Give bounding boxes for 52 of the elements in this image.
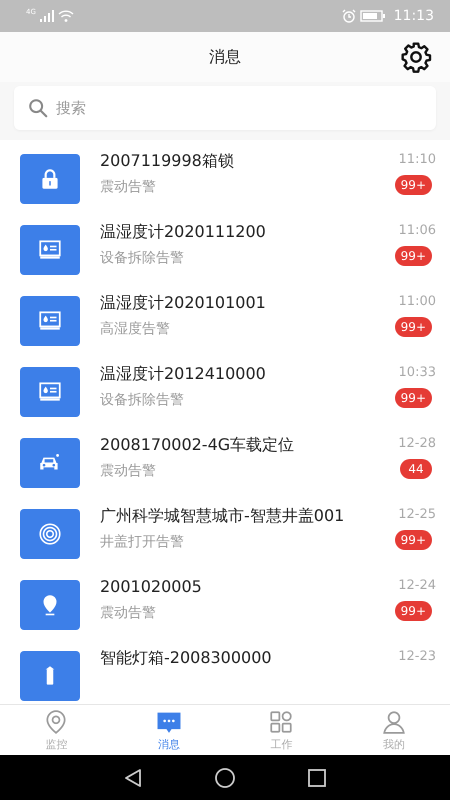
alarm-type: 震动告警 [100,178,157,196]
message-item[interactable]: 广州科学城智慧城市-智慧井盖001 井盖打开告警 12-25 99+ [0,499,450,570]
alarm-type: 高湿度告警 [100,320,171,338]
recents-icon[interactable] [306,766,328,788]
message-time: 11:06 [398,223,436,238]
unread-count: 44 [400,459,432,479]
message-time: 12-24 [398,578,436,593]
message-item[interactable]: 温湿度计2020111200 设备拆除告警 11:06 99+ [0,215,450,286]
settings-icon[interactable] [400,41,432,73]
alarm-icon [342,9,356,23]
message-item[interactable]: 温湿度计2020101001 高湿度告警 11:00 99+ [0,286,450,357]
device-name: 智能灯箱-2008300000 [100,647,273,669]
alarm-type: 井盖打开告警 [100,533,185,551]
status-time: 11:13 [394,8,434,24]
unread-count: 99+ [394,388,432,408]
message-time: 10:33 [398,365,436,380]
unread-count: 99+ [394,530,432,550]
device-name: 温湿度计2012410000 [100,363,267,385]
battery-icon [360,9,386,23]
message-item[interactable]: 2007119998箱锁 震动告警 11:10 99+ [0,144,450,215]
message-time: 12-25 [398,507,436,522]
device-name: 2008170002-4G车载定位 [100,434,296,456]
message-time: 12-28 [398,436,436,451]
message-time: 11:10 [398,152,436,167]
message-item[interactable]: 温湿度计2012410000 设备拆除告警 10:33 99+ [0,357,450,428]
page-title: 消息 [209,46,241,68]
device-name: 2001020005 [100,576,203,598]
message-item[interactable]: 智能灯箱-2008300000 12-23 [0,641,450,704]
device-name: 2007119998箱锁 [100,150,235,172]
alarm-type: 设备拆除告警 [100,249,185,267]
unread-count: 99+ [394,175,432,195]
message-item[interactable]: 2001020005 震动告警 12-24 99+ [0,570,450,641]
home-icon[interactable] [214,766,236,788]
wifi-icon [58,9,74,23]
alarm-type: 震动告警 [100,604,157,622]
alarm-type: 震动告警 [100,462,157,480]
device-name: 广州科学城智慧城市-智慧井盖001 [100,505,346,527]
manhole-cover-icon [37,521,63,547]
signal-icon [40,9,54,23]
nav-tab[interactable]: 消息 [112,705,225,755]
message-item[interactable]: 2008170002-4G车载定位 震动告警 12-28 44 [0,428,450,499]
device-name: 温湿度计2020111200 [100,221,267,243]
alarm-type: 设备拆除告警 [100,391,185,409]
back-icon[interactable] [122,766,144,788]
unread-count: 99+ [394,317,432,337]
search-field[interactable]: 搜索 [14,86,436,130]
message-time: 12-23 [398,649,436,664]
device-name: 温湿度计2020101001 [100,292,267,314]
unread-count: 99+ [394,246,432,266]
search-icon [27,97,49,119]
unread-count: 99+ [394,601,432,621]
message-time: 11:00 [398,294,436,309]
